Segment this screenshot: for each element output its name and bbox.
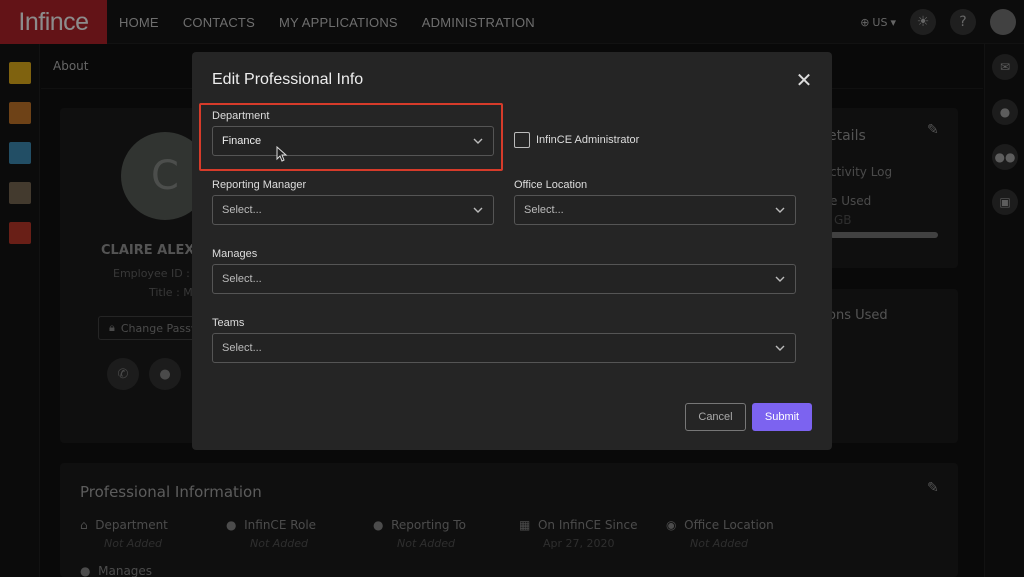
modal-title: Edit Professional Info [212, 71, 364, 88]
infince-administrator-checkbox[interactable] [514, 132, 530, 148]
chevron-down-icon [775, 345, 785, 351]
manages-placeholder: Select... [222, 273, 262, 285]
mouse-cursor-icon [276, 146, 288, 162]
reporting-manager-placeholder: Select... [222, 204, 262, 216]
department-select[interactable]: Finance [212, 126, 494, 156]
close-icon[interactable]: ✕ [794, 70, 814, 90]
manages-label: Manages [212, 248, 258, 260]
office-location-select[interactable]: Select... [514, 195, 796, 225]
cancel-button[interactable]: Cancel [685, 403, 746, 431]
chevron-down-icon [473, 138, 483, 144]
office-location-placeholder: Select... [524, 204, 564, 216]
submit-button[interactable]: Submit [752, 403, 812, 431]
reporting-manager-label: Reporting Manager [212, 179, 307, 191]
reporting-manager-select[interactable]: Select... [212, 195, 494, 225]
department-label: Department [212, 110, 270, 122]
chevron-down-icon [473, 207, 483, 213]
edit-professional-info-modal: Edit Professional Info ✕ Department Fina… [192, 52, 832, 450]
chevron-down-icon [775, 207, 785, 213]
office-location-label: Office Location [514, 179, 588, 191]
infince-administrator-label: InfinCE Administrator [536, 134, 640, 146]
chevron-down-icon [775, 276, 785, 282]
teams-placeholder: Select... [222, 342, 262, 354]
manages-select[interactable]: Select... [212, 264, 796, 294]
teams-select[interactable]: Select... [212, 333, 796, 363]
department-selected-value: Finance [222, 135, 262, 147]
teams-label: Teams [212, 317, 245, 329]
